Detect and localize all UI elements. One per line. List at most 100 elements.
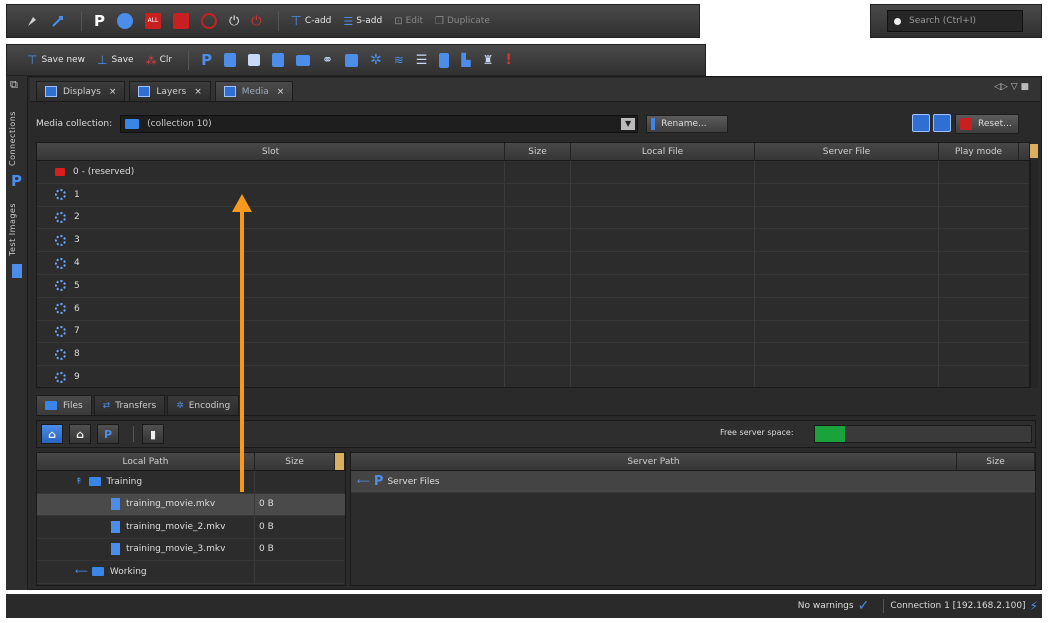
view-grid-icon[interactable]	[912, 114, 930, 132]
media-icon	[223, 86, 236, 97]
close-icon[interactable]: ×	[194, 87, 202, 97]
encoding-icon: ✲	[176, 400, 184, 411]
cursor-icon[interactable]	[47, 10, 69, 32]
slot-label: 8	[74, 349, 80, 360]
duplicate-button[interactable]: ❐ Duplicate	[431, 10, 494, 32]
monitor-icon[interactable]	[292, 49, 314, 71]
stack-icon[interactable]	[341, 49, 362, 71]
s-add-button[interactable]: ☰ S-add	[339, 10, 386, 32]
list-icon[interactable]: ☰	[412, 49, 432, 71]
column-server-size[interactable]: Size	[957, 453, 1035, 470]
slot-row[interactable]: 7	[37, 320, 1029, 344]
server-p-icon[interactable]: P	[97, 424, 119, 444]
all-icon[interactable]: ALL	[141, 10, 165, 32]
close-icon[interactable]: ×	[109, 87, 117, 97]
slot-scrollbar[interactable]	[1030, 160, 1038, 388]
tab-files[interactable]: Files	[36, 395, 92, 415]
slot-label: 0 - (reserved)	[73, 166, 135, 177]
grid-icon[interactable]	[220, 49, 240, 71]
page-icon[interactable]	[268, 49, 288, 71]
slot-icon	[55, 211, 66, 223]
slot-row[interactable]: 6	[37, 297, 1029, 321]
slot-row[interactable]: 3	[37, 229, 1029, 253]
collection-select[interactable]: (collection 10) ▼	[120, 115, 639, 133]
column-config-icon[interactable]	[1030, 144, 1038, 158]
tab-displays[interactable]: Displays ×	[36, 81, 126, 101]
column-server-file[interactable]: Server File	[755, 143, 939, 160]
tab-transfers[interactable]: ⇄ Transfers	[93, 395, 166, 415]
power-icon[interactable]: ⏻	[225, 10, 243, 32]
pin-icon[interactable]	[21, 10, 43, 32]
save-button[interactable]: ⊥ Save	[93, 49, 138, 71]
column-local-file[interactable]: Local File	[571, 143, 755, 160]
close-icon[interactable]: ×	[277, 87, 285, 97]
tab-media[interactable]: Media ×	[214, 81, 294, 101]
warning-icon[interactable]: !	[501, 49, 515, 71]
globe-icon[interactable]	[113, 10, 137, 32]
test-images-icon	[12, 264, 22, 278]
tabstrip-controls[interactable]: ◁▷ ▽ ■	[994, 82, 1029, 92]
expand-icon[interactable]: ↟	[75, 477, 83, 487]
usb-icon[interactable]: ♜	[479, 49, 498, 71]
slot-row[interactable]: 1	[37, 183, 1029, 207]
save-icon: ⊥	[97, 53, 108, 67]
home-icon[interactable]: ⌂	[41, 424, 63, 444]
panel-icon[interactable]	[435, 49, 453, 71]
local-column-config-icon[interactable]	[335, 453, 345, 470]
plug-icon[interactable]: ⚡	[1030, 599, 1038, 613]
server-files-row[interactable]: ⟵ P Server Files	[351, 471, 1035, 493]
slot-label: 7	[74, 326, 80, 337]
p-logo-icon[interactable]: P	[90, 10, 109, 32]
p-icon[interactable]: P	[197, 49, 216, 71]
slot-row[interactable]: 5	[37, 274, 1029, 298]
tab-encoding[interactable]: ✲ Encoding	[167, 395, 240, 415]
tab-test-images[interactable]: Test Images	[8, 196, 26, 262]
dock-icon[interactable]: ⧉	[10, 78, 18, 92]
wave-icon[interactable]: ≋	[390, 49, 408, 71]
tab-layers[interactable]: Layers ×	[129, 81, 211, 101]
save-new-button[interactable]: ⊤ Save new	[23, 49, 89, 71]
chart-icon[interactable]: ▙	[457, 49, 474, 71]
column-local-path[interactable]: Local Path	[37, 453, 255, 470]
trash-icon[interactable]: ▮	[142, 424, 164, 444]
back-arrow-icon[interactable]: ⟵	[357, 477, 370, 487]
slot-row[interactable]: 8	[37, 343, 1029, 367]
column-size[interactable]: Size	[505, 143, 571, 160]
slot-row[interactable]: 2	[37, 206, 1029, 230]
search-input[interactable]: Search (Ctrl+I)	[887, 10, 1023, 32]
gear-icon[interactable]: ✲	[366, 49, 386, 71]
free-space-label: Free server space:	[720, 428, 794, 437]
status-bar: No warnings ✓ Connection 1 [192.168.2.10…	[6, 594, 1042, 618]
rename-button[interactable]: Rename...	[646, 115, 729, 133]
tree-row-working[interactable]: ⟵ Working	[37, 561, 345, 584]
tree-row-file[interactable]: training_movie.mkv 0 B	[37, 493, 345, 516]
column-play-mode[interactable]: Play mode	[939, 143, 1019, 160]
tab-connections[interactable]: Connections	[8, 106, 26, 172]
link-icon[interactable]: ⚭	[318, 49, 337, 71]
house-icon[interactable]: ⌂	[69, 424, 91, 444]
power-red-icon[interactable]: ⏻	[247, 10, 265, 32]
column-local-size[interactable]: Size	[255, 453, 335, 470]
c-add-button[interactable]: ⊤ C-add	[287, 10, 336, 32]
search-toolbar: Search (Ctrl+I)	[870, 4, 1042, 38]
tree-row-file[interactable]: training_movie_2.mkv 0 B	[37, 516, 345, 539]
slot-row[interactable]: 4	[37, 252, 1029, 275]
column-slot[interactable]: Slot	[37, 143, 505, 160]
edit-button[interactable]: ⊡ Edit	[390, 10, 427, 32]
clear-button[interactable]: ⁂ Clr	[142, 49, 177, 71]
column-server-path[interactable]: Server Path	[351, 453, 957, 470]
tree-row-file[interactable]: training_movie_3.mkv 0 B	[37, 538, 345, 561]
view-list-icon[interactable]	[933, 114, 951, 132]
side-panel: ⧉ Connections P Test Images	[6, 76, 28, 590]
record-icon[interactable]	[197, 10, 221, 32]
slot-row[interactable]: 0 - (reserved)	[37, 161, 1029, 184]
layers-icon[interactable]	[244, 49, 264, 71]
chevron-down-icon[interactable]: ▼	[621, 118, 636, 130]
bottom-tab-bar: Files ⇄ Transfers ✲ Encoding	[36, 394, 1036, 416]
back-arrow-icon[interactable]: ⟵	[75, 567, 88, 577]
slot-row[interactable]: 9	[37, 366, 1029, 387]
tree-row-training[interactable]: ↟ Training	[37, 471, 345, 494]
stop-icon[interactable]	[169, 10, 193, 32]
reset-button[interactable]: Reset...	[955, 114, 1019, 134]
slot-icon	[55, 348, 66, 360]
